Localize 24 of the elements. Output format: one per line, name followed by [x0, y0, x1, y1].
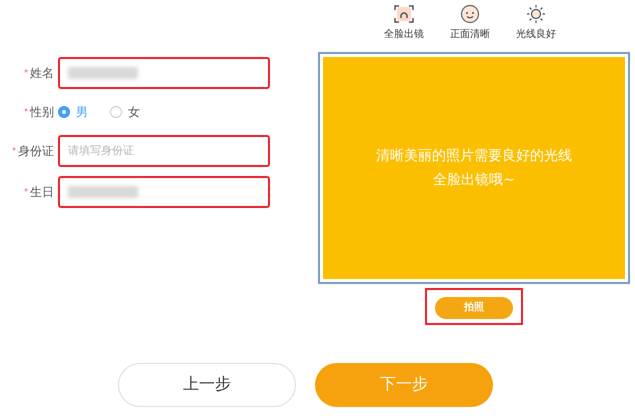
- camera-hint-text: 全脸出镜哦~: [433, 171, 515, 190]
- smiley-face-icon: [460, 4, 480, 24]
- text-field[interactable]: [58, 176, 270, 208]
- field-label: 生日: [30, 184, 54, 201]
- next-step-button[interactable]: 下一步: [315, 363, 493, 407]
- face-frame-icon: [394, 4, 414, 24]
- field-label: 姓名: [30, 65, 54, 82]
- required-mark: *: [24, 66, 28, 80]
- previous-step-button[interactable]: 上一步: [118, 363, 296, 407]
- required-mark: *: [12, 144, 16, 158]
- take-photo-button[interactable]: 拍照: [435, 296, 513, 318]
- tip-label: 正面清晰: [450, 28, 490, 42]
- camera-hint-text: 清晰美丽的照片需要良好的光线: [376, 147, 572, 166]
- tip-label: 全脸出镜: [384, 28, 424, 42]
- required-mark: *: [24, 186, 28, 200]
- field-label: 性别: [30, 104, 54, 121]
- radio-option[interactable]: 男: [58, 103, 88, 121]
- sun-icon: [526, 4, 546, 24]
- radio-option[interactable]: 女: [110, 103, 140, 121]
- required-mark: *: [24, 106, 28, 120]
- field-label: 身份证: [18, 143, 54, 160]
- text-field[interactable]: [58, 57, 270, 89]
- text-field[interactable]: 请填写身份证: [58, 135, 270, 167]
- tip-label: 光线良好: [516, 28, 556, 42]
